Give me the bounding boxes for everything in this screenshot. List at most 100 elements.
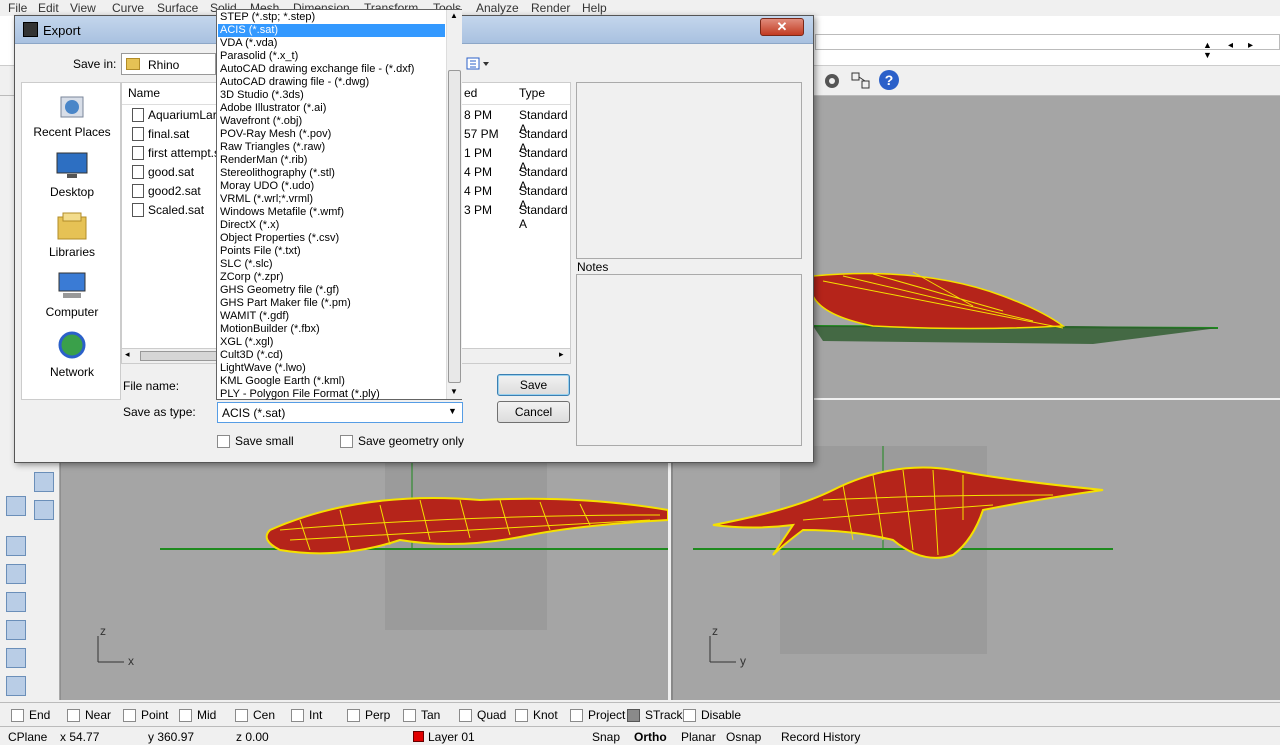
file-type-option[interactable]: SLC (*.slc) — [218, 258, 445, 271]
save-button[interactable]: Save — [497, 374, 570, 396]
edit-icon[interactable] — [34, 472, 54, 492]
menu-item-help[interactable]: Help — [582, 1, 607, 15]
place-desktop[interactable]: Desktop — [22, 151, 122, 199]
osnap-perp[interactable]: Perp — [347, 708, 390, 722]
menu-item-edit[interactable]: Edit — [38, 1, 59, 15]
scroll-up-icon[interactable]: ▲ — [450, 11, 458, 20]
grid-snap-icon[interactable] — [850, 71, 872, 91]
scroll-right-icon[interactable]: ▸ — [1248, 40, 1253, 51]
menu-item-view[interactable]: View — [70, 1, 96, 15]
osnap-knot[interactable]: Knot — [515, 708, 558, 722]
osnap-quad[interactable]: Quad — [459, 708, 506, 722]
checkbox-box[interactable] — [627, 708, 640, 722]
view-menu-button[interactable] — [465, 55, 493, 73]
checkbox-box[interactable] — [340, 434, 353, 448]
osnap-mid[interactable]: Mid — [179, 708, 216, 722]
file-type-option[interactable]: Points File (*.txt) — [218, 245, 445, 258]
checkbox-box[interactable] — [347, 708, 360, 722]
analyze-icon[interactable] — [6, 620, 26, 640]
ortho-toggle[interactable]: Ortho — [634, 730, 667, 744]
checkbox-box[interactable] — [291, 708, 304, 722]
file-type-option[interactable]: KML Google Earth (*.kml) — [218, 375, 445, 388]
column-name[interactable]: Name — [128, 86, 160, 100]
grid-icon[interactable] — [34, 500, 54, 520]
osnap-disable[interactable]: Disable — [683, 708, 741, 722]
menu-item-file[interactable]: File — [8, 1, 27, 15]
dimension-icon[interactable] — [6, 648, 26, 668]
checkbox-box[interactable] — [11, 708, 24, 722]
checkbox-box[interactable] — [179, 708, 192, 722]
save-small-checkbox[interactable]: Save small — [217, 434, 294, 448]
file-type-option[interactable]: ZCorp (*.zpr) — [218, 271, 445, 284]
checkbox-box[interactable] — [67, 708, 80, 722]
checkbox-box[interactable] — [515, 708, 528, 722]
cancel-button[interactable]: Cancel — [497, 401, 570, 423]
layer-label[interactable]: Layer 01 — [428, 730, 475, 744]
file-type-option[interactable]: 3D Studio (*.3ds) — [218, 89, 445, 102]
place-recent-places[interactable]: Recent Places — [22, 91, 122, 139]
file-type-option[interactable]: Moray UDO (*.udo) — [218, 180, 445, 193]
checkbox-box[interactable] — [459, 708, 472, 722]
checkbox-box[interactable] — [123, 708, 136, 722]
file-type-option[interactable]: ACIS (*.sat) — [218, 24, 445, 37]
file-type-option[interactable]: PLY - Polygon File Format (*.ply) — [218, 388, 445, 401]
file-type-option[interactable]: Cult3D (*.cd) — [218, 349, 445, 362]
file-type-option[interactable]: AutoCAD drawing exchange file - (*.dxf) — [218, 63, 445, 76]
place-computer[interactable]: Computer — [22, 271, 122, 319]
menu-item-render[interactable]: Render — [531, 1, 570, 15]
help-icon[interactable]: ? — [878, 69, 900, 91]
file-type-option[interactable]: LightWave (*.lwo) — [218, 362, 445, 375]
osnap-tan[interactable]: Tan — [403, 708, 440, 722]
file-type-option[interactable]: Raw Triangles (*.raw) — [218, 141, 445, 154]
scrollbar-thumb[interactable] — [140, 351, 220, 361]
file-type-option[interactable]: Adobe Illustrator (*.ai) — [218, 102, 445, 115]
scroll-left-icon[interactable]: ◂ — [125, 349, 130, 360]
file-type-option[interactable]: DirectX (*.x) — [218, 219, 445, 232]
checkbox-box[interactable] — [683, 708, 696, 722]
file-type-option[interactable]: Stereolithography (*.stl) — [218, 167, 445, 180]
osnap-toggle[interactable]: Osnap — [726, 730, 761, 744]
osnap-cen[interactable]: Cen — [235, 708, 275, 722]
place-network[interactable]: Network — [22, 331, 122, 379]
scroll-right-icon[interactable]: ▸ — [559, 349, 564, 360]
save-geometry-only-checkbox[interactable]: Save geometry only — [340, 434, 464, 448]
box-icon[interactable] — [6, 496, 26, 516]
save-as-type-select[interactable]: ACIS (*.sat) ▼ — [217, 402, 463, 423]
file-type-option[interactable]: GHS Geometry file (*.gf) — [218, 284, 445, 297]
checkbox-box[interactable] — [570, 708, 583, 722]
notes-textarea[interactable] — [576, 274, 802, 446]
planar-toggle[interactable]: Planar — [681, 730, 716, 744]
column-date[interactable]: ed — [464, 86, 477, 100]
surface-icon[interactable] — [6, 564, 26, 584]
file-type-option[interactable]: POV-Ray Mesh (*.pov) — [218, 128, 445, 141]
scroll-up-down-icon[interactable]: ▲ ▼ — [1203, 40, 1212, 60]
file-type-option[interactable]: VRML (*.wrl;*.vrml) — [218, 193, 445, 206]
checkbox-box[interactable] — [403, 708, 416, 722]
file-type-option[interactable]: VDA (*.vda) — [218, 37, 445, 50]
osnap-end[interactable]: End — [11, 708, 50, 722]
file-type-dropdown[interactable]: ▲ ▼ STEP (*.stp; *.step) ACIS (*.sat) VDA … — [216, 9, 462, 400]
file-type-option[interactable]: STEP (*.stp; *.step) — [218, 11, 445, 24]
extrude-icon[interactable] — [6, 536, 26, 556]
close-button[interactable]: ✕ — [760, 18, 804, 36]
checkbox-box[interactable] — [235, 708, 248, 722]
scroll-down-icon[interactable]: ▼ — [450, 387, 458, 396]
file-type-option[interactable]: Wavefront (*.obj) — [218, 115, 445, 128]
scrollbar-thumb[interactable] — [448, 70, 461, 383]
snap-toggle[interactable]: Snap — [592, 730, 620, 744]
place-libraries[interactable]: Libraries — [22, 211, 122, 259]
checkbox-box[interactable] — [217, 434, 230, 448]
osnap-point[interactable]: Point — [123, 708, 168, 722]
file-type-option[interactable]: WAMIT (*.gdf) — [218, 310, 445, 323]
file-type-option[interactable]: Object Properties (*.csv) — [218, 232, 445, 245]
file-type-option[interactable]: Parasolid (*.x_t) — [218, 50, 445, 63]
menu-item-curve[interactable]: Curve — [112, 1, 144, 15]
file-type-option[interactable]: AutoCAD drawing file - (*.dwg) — [218, 76, 445, 89]
file-type-option[interactable]: Windows Metafile (*.wmf) — [218, 206, 445, 219]
osnap-strack[interactable]: STrack — [627, 708, 683, 722]
osnap-int[interactable]: Int — [291, 708, 322, 722]
osnap-near[interactable]: Near — [67, 708, 111, 722]
gear-icon[interactable] — [822, 71, 842, 91]
file-type-option[interactable]: XGL (*.xgl) — [218, 336, 445, 349]
column-type[interactable]: Type — [519, 86, 545, 100]
